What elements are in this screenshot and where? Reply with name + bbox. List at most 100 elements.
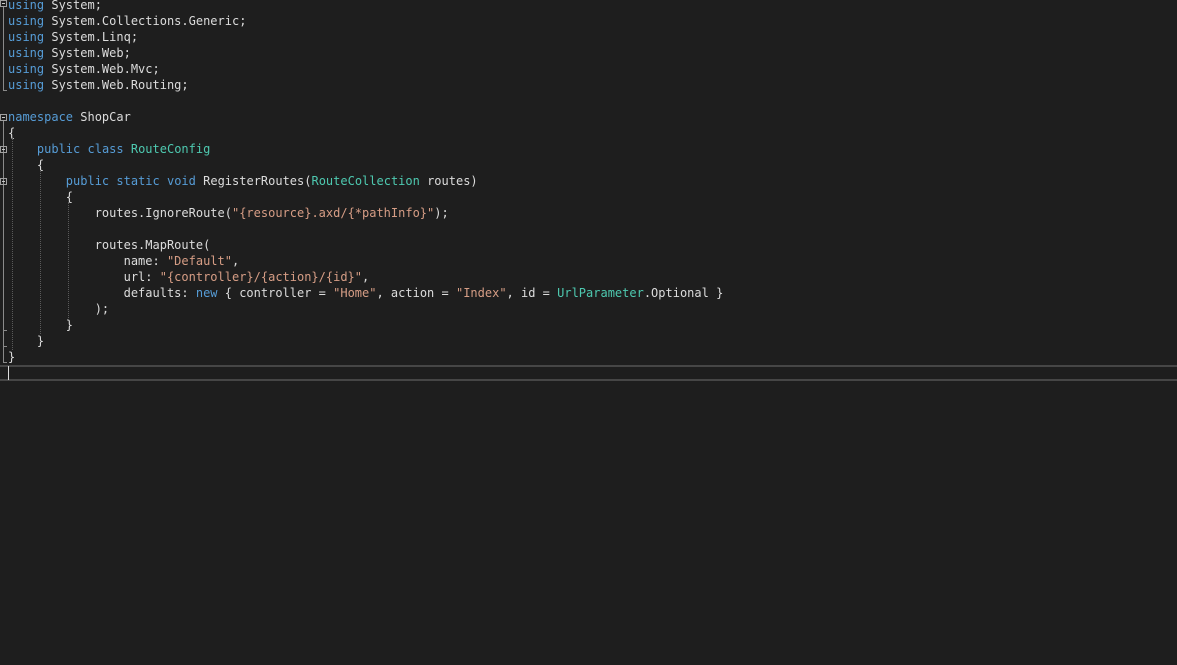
code-line-text: defaults: new { controller = "Home", act…: [8, 285, 724, 301]
fold-toggle-namespace-icon[interactable]: [0, 114, 7, 121]
code-line[interactable]: {: [0, 125, 1177, 141]
code-token: , action =: [376, 286, 456, 300]
code-line[interactable]: {: [0, 189, 1177, 205]
code-token: }: [8, 350, 16, 364]
code-token: using: [8, 0, 45, 12]
code-area[interactable]: using System; using System.Collections.Ge…: [0, 0, 1177, 381]
code-token: );: [434, 206, 449, 220]
code-token: UrlParameter: [557, 286, 644, 300]
code-token: ,: [231, 254, 240, 268]
code-line-text: namespace ShopCar: [8, 109, 131, 125]
code-line[interactable]: defaults: new { controller = "Home", act…: [0, 285, 1177, 301]
code-line[interactable]: {: [0, 157, 1177, 173]
code-token: using: [8, 30, 45, 44]
code-line[interactable]: routes.IgnoreRoute("{resource}.axd/{*pat…: [0, 205, 1177, 221]
code-line-text: name: "Default",: [8, 253, 240, 269]
code-token: System.Web.Routing;: [44, 78, 189, 92]
code-token: ,: [362, 270, 370, 284]
code-token: name:: [8, 254, 167, 268]
code-token: namespace: [8, 110, 74, 124]
code-line-text: using System.Collections.Generic;: [8, 13, 246, 29]
code-line[interactable]: [0, 221, 1177, 237]
code-token: RegisterRoutes(: [195, 174, 312, 188]
code-token: "Default": [166, 254, 232, 268]
code-line[interactable]: }: [0, 333, 1177, 349]
code-line[interactable]: using System;: [0, 0, 1177, 13]
code-token: using: [8, 62, 45, 76]
outline-namespace-block: [3, 120, 4, 363]
fold-toggle-using-icon[interactable]: [0, 0, 7, 7]
code-token: System.Web.Mvc;: [44, 62, 160, 76]
code-line[interactable]: }: [0, 349, 1177, 365]
code-line[interactable]: name: "Default",: [0, 253, 1177, 269]
code-line[interactable]: [0, 93, 1177, 109]
current-line-highlight: [0, 365, 1177, 381]
code-line[interactable]: using System.Web.Routing;: [0, 77, 1177, 93]
code-token: public: [65, 174, 110, 188]
code-line-text: public static void RegisterRoutes(RouteC…: [8, 173, 478, 189]
code-token: routes): [419, 174, 478, 188]
fold-toggle-class-icon[interactable]: [0, 146, 7, 153]
code-token: static: [116, 174, 160, 188]
code-token: { controller =: [217, 286, 334, 300]
code-token: new: [195, 286, 218, 300]
code-token: }: [8, 334, 45, 348]
code-token: class: [87, 142, 124, 156]
code-token: void: [166, 174, 196, 188]
code-line[interactable]: using System.Web.Mvc;: [0, 61, 1177, 77]
code-line[interactable]: url: "{controller}/{action}/{id}",: [0, 269, 1177, 285]
code-token: using: [8, 78, 45, 92]
code-token: defaults:: [8, 286, 196, 300]
code-token: System.Web;: [44, 46, 131, 60]
code-token: RouteCollection: [311, 174, 420, 188]
outline-using-block: [3, 6, 4, 91]
code-token: .Optional }: [643, 286, 724, 300]
code-token: public: [36, 142, 81, 156]
code-line[interactable]: }: [0, 317, 1177, 333]
indent-guide-2: [40, 170, 41, 334]
code-line-text: }: [8, 333, 44, 349]
code-editor[interactable]: using System; using System.Collections.Ge…: [0, 0, 1177, 665]
code-line[interactable]: using System.Linq;: [0, 29, 1177, 45]
code-token: System.Linq;: [44, 30, 139, 44]
code-line-text: using System.Web.Routing;: [8, 77, 189, 93]
code-token: using: [8, 14, 45, 28]
code-line-text: );: [8, 301, 109, 317]
code-line[interactable]: using System.Collections.Generic;: [0, 13, 1177, 29]
code-line-text: }: [8, 349, 15, 365]
code-line[interactable]: namespace ShopCar: [0, 109, 1177, 125]
code-token: "{controller}/{action}/{id}": [159, 270, 363, 284]
outline-namespace-end: [3, 362, 7, 363]
code-token: , id =: [506, 286, 558, 300]
outline-class-end: [3, 346, 7, 347]
outline-using-end: [3, 90, 7, 91]
code-token: "Home": [333, 286, 377, 300]
outline-method-end: [3, 330, 7, 331]
text-caret: [8, 366, 9, 380]
code-line-text: using System;: [8, 0, 102, 13]
code-line-text: {: [8, 157, 44, 173]
fold-toggle-method-icon[interactable]: [0, 178, 7, 185]
code-line-text: public class RouteConfig: [8, 141, 210, 157]
code-token: );: [8, 302, 110, 316]
code-token: {: [8, 158, 45, 172]
code-token: RouteConfig: [130, 142, 211, 156]
code-token: using: [8, 46, 45, 60]
code-line-text: using System.Linq;: [8, 29, 138, 45]
indent-guide-1: [12, 138, 13, 350]
code-line-text: url: "{controller}/{action}/{id}",: [8, 269, 370, 285]
code-line[interactable]: public static void RegisterRoutes(RouteC…: [0, 173, 1177, 189]
code-token: "Index": [455, 286, 507, 300]
code-token: System;: [44, 0, 102, 12]
code-token: System.Collections.Generic;: [44, 14, 247, 28]
code-token: "{resource}.axd/{*pathInfo}": [231, 206, 435, 220]
code-line[interactable]: using System.Web;: [0, 45, 1177, 61]
code-line-text: routes.IgnoreRoute("{resource}.axd/{*pat…: [8, 205, 449, 221]
code-line[interactable]: routes.MapRoute(: [0, 237, 1177, 253]
code-line[interactable]: );: [0, 301, 1177, 317]
code-line[interactable]: public class RouteConfig: [0, 141, 1177, 157]
